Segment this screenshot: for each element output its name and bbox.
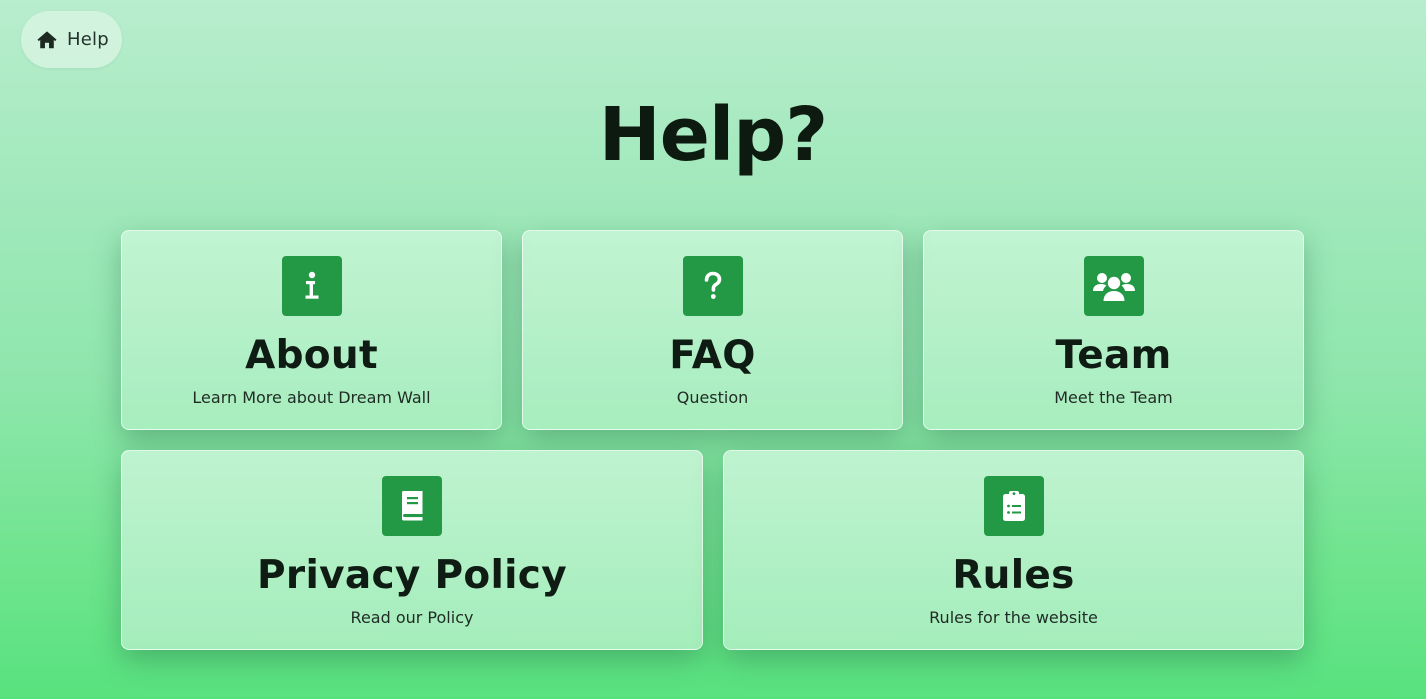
info-icon	[281, 256, 342, 316]
faq-card[interactable]: FAQ Question	[522, 230, 903, 430]
breadcrumb-home-link[interactable]: Help	[21, 11, 122, 68]
team-card[interactable]: Team Meet the Team	[923, 230, 1304, 430]
card-subtitle: Meet the Team	[1054, 388, 1173, 407]
privacy-policy-card[interactable]: Privacy Policy Read our Policy	[121, 450, 703, 650]
card-title: Rules	[952, 553, 1075, 598]
clipboard-list-icon	[983, 476, 1044, 536]
users-icon	[1083, 256, 1144, 316]
card-title: About	[245, 333, 378, 378]
book-icon	[382, 476, 442, 536]
card-title: Privacy Policy	[257, 553, 567, 598]
rules-card[interactable]: Rules Rules for the website	[723, 450, 1304, 650]
card-subtitle: Question	[676, 388, 749, 407]
home-icon	[36, 29, 58, 51]
page-title: Help?	[598, 92, 828, 178]
card-title: FAQ	[669, 333, 756, 378]
about-card[interactable]: About Learn More about Dream Wall	[121, 230, 502, 430]
card-subtitle: Learn More about Dream Wall	[192, 388, 431, 407]
breadcrumb-label: Help	[67, 29, 109, 50]
card-subtitle: Read our Policy	[350, 608, 474, 627]
card-subtitle: Rules for the website	[929, 608, 1098, 627]
question-icon	[682, 256, 743, 316]
card-title: Team	[1055, 333, 1172, 378]
